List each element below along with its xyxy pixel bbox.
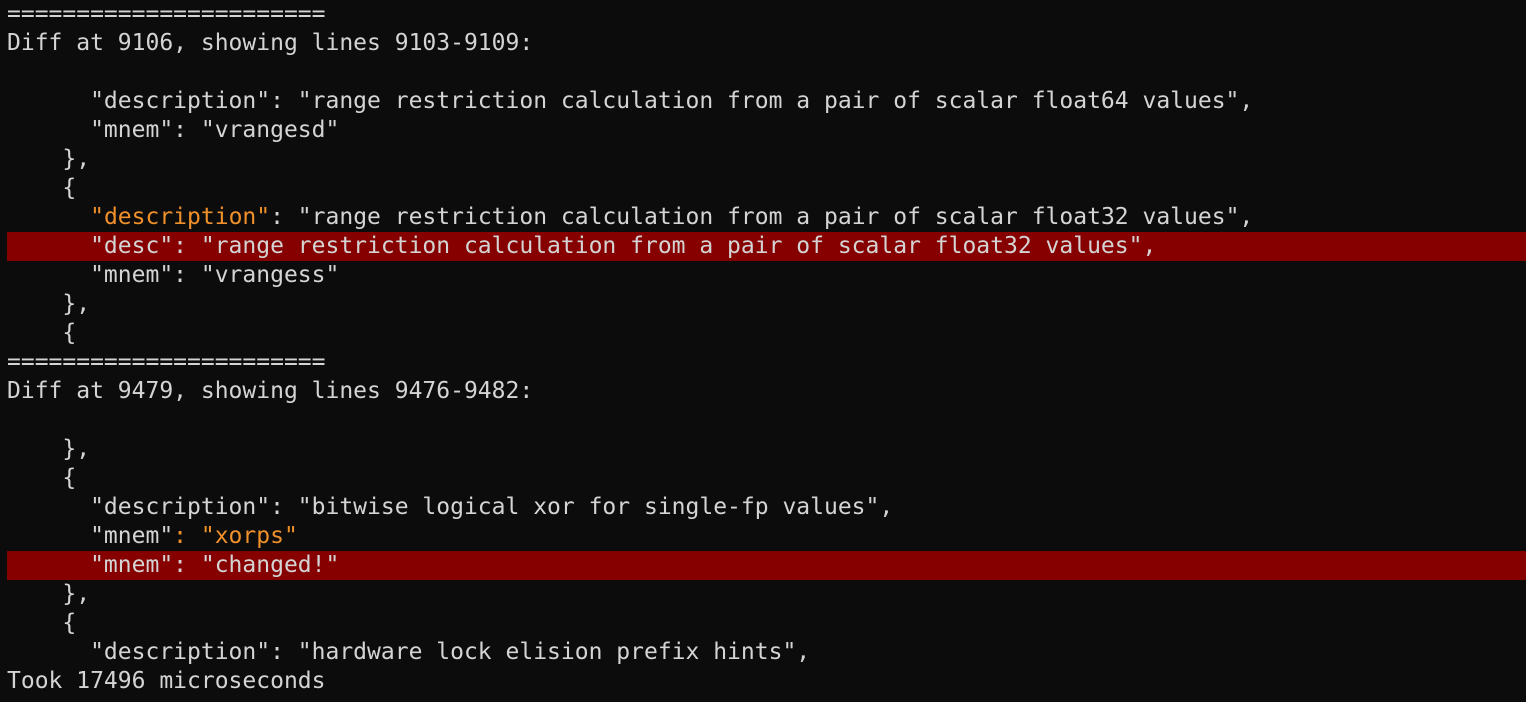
changed-line: "mnem": "xorps" [0,522,1526,551]
line-text: Diff at 9106, showing lines 9103-9109: [7,30,534,56]
line-text: Took 17496 microseconds [7,668,326,694]
line-text: "desc": "range restriction calculation f… [7,233,1157,259]
line-text: ======================= [7,1,326,27]
context-line: }, [0,580,1526,609]
line-text: { [7,320,77,346]
separator-line: ======================= [0,0,1526,29]
context-line: "description": "hardware lock elision pr… [0,638,1526,667]
line-text: Diff at 9479, showing lines 9476-9482: [7,378,534,404]
line-text: }, [7,436,91,462]
changed-line: "description": "range restriction calcul… [0,203,1526,232]
diff-header-line: Diff at 9479, showing lines 9476-9482: [0,377,1526,406]
line-text: }, [7,581,91,607]
context-line: { [0,174,1526,203]
line-text [7,204,90,230]
context-line: }, [0,435,1526,464]
context-line: "mnem": "vrangesd" [0,116,1526,145]
context-line: { [0,464,1526,493]
highlighted-diff-text: : "xorps" [173,523,298,549]
terminal-output[interactable]: ======================= Diff at 9106, sho… [0,0,1526,702]
line-text: { [7,610,77,636]
context-line: { [0,609,1526,638]
removed-line: "mnem": "changed!" [7,551,1526,580]
line-text: "description": "hardware lock elision pr… [7,639,811,665]
context-line: }, [0,145,1526,174]
line-text: "mnem": "vrangesd" [7,117,340,143]
context-line: "description": "range restriction calcul… [0,87,1526,116]
line-text: "mnem": "vrangess" [7,262,340,288]
diff-header-line: Diff at 9106, showing lines 9103-9109: [0,29,1526,58]
context-line: { [0,319,1526,348]
context-line: "mnem": "vrangess" [0,261,1526,290]
line-text: "description": "range restriction calcul… [7,88,1254,114]
line-text: ======================= [7,349,326,375]
highlighted-diff-text: "description" [90,204,271,230]
context-line: }, [0,290,1526,319]
removed-line: "desc": "range restriction calculation f… [7,232,1526,261]
line-text: }, [7,291,91,317]
line-text: "description": "bitwise logical xor for … [7,494,894,520]
line-text: "mnem" [7,523,174,549]
line-text: "mnem": "changed!" [7,552,340,578]
separator-line: ======================= [0,348,1526,377]
line-text: : "range restriction calculation from a … [270,204,1254,230]
line-text: { [7,465,77,491]
timing-footer-line: Took 17496 microseconds [0,667,1526,696]
line-text: { [7,175,77,201]
context-line: "description": "bitwise logical xor for … [0,493,1526,522]
line-text: }, [7,146,91,172]
